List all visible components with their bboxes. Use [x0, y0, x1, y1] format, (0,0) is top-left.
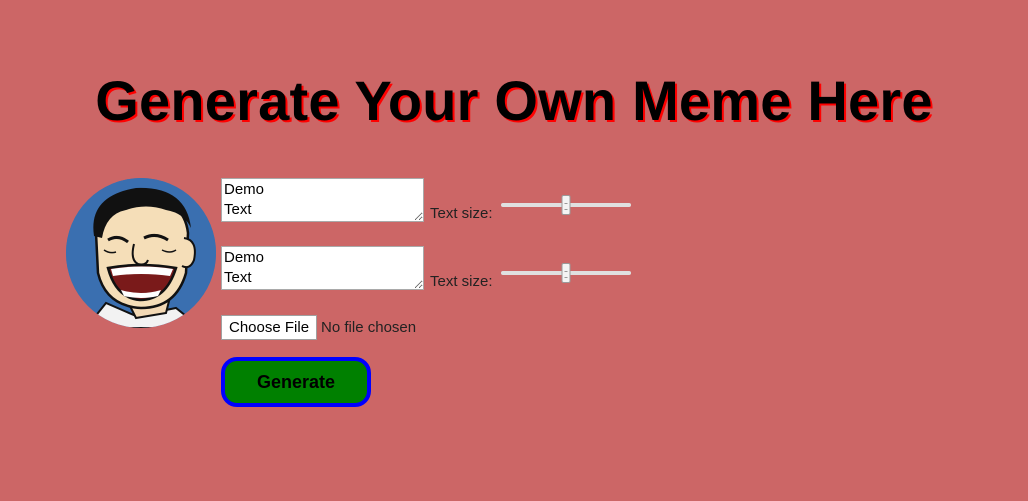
- top-text-size-label: Text size:: [430, 205, 493, 222]
- slider-thumb[interactable]: [561, 263, 571, 283]
- top-text-row: Text size:: [221, 178, 631, 222]
- bottom-text-input[interactable]: [221, 246, 424, 290]
- laughing-face-meme-icon: [66, 178, 216, 328]
- choose-file-button[interactable]: Choose File: [221, 315, 318, 340]
- top-text-input[interactable]: [221, 178, 424, 222]
- top-text-size-slider[interactable]: [500, 195, 631, 215]
- bottom-text-size-label: Text size:: [430, 273, 493, 290]
- bottom-text-row: Text size:: [221, 246, 631, 290]
- slider-thumb[interactable]: [561, 195, 571, 215]
- meme-face-image: [66, 178, 216, 328]
- file-status-text: No file chosen: [321, 319, 417, 336]
- generate-button[interactable]: Generate: [221, 357, 371, 407]
- bottom-text-size-slider[interactable]: [500, 263, 631, 283]
- page-title: Generate Your Own Meme Here: [95, 69, 933, 132]
- file-upload: Choose File No file chosen: [221, 315, 416, 340]
